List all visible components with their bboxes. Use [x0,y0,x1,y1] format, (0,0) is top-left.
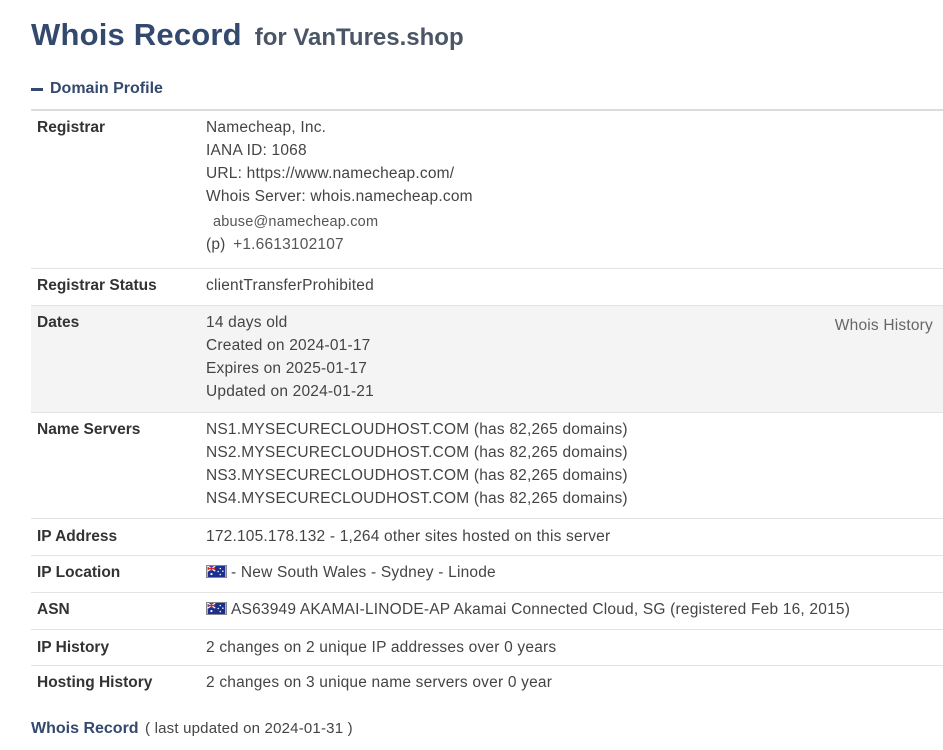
row-value-registrar: Namecheap, Inc. IANA ID: 1068 URL: https… [206,116,473,268]
asn-text: AS63949 AKAMAI-LINODE-AP Akamai Connecte… [231,601,851,618]
australia-flag-icon [206,565,227,578]
row-label-dates: Dates [37,314,80,331]
collapse-minus-icon [31,87,43,91]
registrar-abuse-email: abuse@namecheap.com [213,214,379,230]
australia-flag-icon [206,602,227,615]
row-dates: Dates 14 days old Created on 2024-01-17 … [31,306,943,413]
row-name-servers: Name Servers NS1.MYSECURECLOUDHOST.COM (… [31,413,943,519]
row-value-asn: AS63949 AKAMAI-LINODE-AP Akamai Connecte… [206,598,850,629]
phone-prefix: (p) [206,236,226,253]
name-server-2[interactable]: NS2.MYSECURECLOUDHOST.COM (has 82,265 do… [206,441,628,464]
page-title-domain: for VanTures.shop [254,24,464,51]
domain-age: 14 days old [206,314,288,331]
whois-history-link[interactable]: Whois History [835,314,933,337]
last-updated-note: ( last updated on 2024-01-31 ) [145,720,353,737]
row-label-ip-location: IP Location [37,564,121,581]
registrar-whois-server: Whois Server: whois.namecheap.com [206,188,473,205]
domain-profile-label: Domain Profile [50,80,163,97]
row-label-hosting-history: Hosting History [37,674,153,691]
registrar-phone: (p) +1.6613102107 [206,233,473,256]
row-label-ip-address: IP Address [37,528,118,545]
name-server-4[interactable]: NS4.MYSECURECLOUDHOST.COM (has 82,265 do… [206,487,628,510]
row-value-dates: 14 days old Created on 2024-01-17 Expire… [206,311,374,412]
page-title: Whois Record for VanTures.shop [31,16,464,53]
row-hosting-history: Hosting History 2 changes on 3 unique na… [31,666,943,703]
row-asn: ASN AS63949 AKAMAI-LINODE-AP Akamai Conn… [31,593,943,630]
row-label-registrar: Registrar [37,119,106,136]
whois-record-link[interactable]: Whois Record [31,720,139,737]
phone-number: +1.6613102107 [233,236,344,253]
row-value-ip-history[interactable]: 2 changes on 2 unique IP addresses over … [206,636,556,665]
registrar-name: Namecheap, Inc. [206,119,327,136]
row-value-registrar-status: clientTransferProhibited [206,277,374,294]
row-value-ip-location: - New South Wales - Sydney - Linode [206,561,496,592]
ip-location-text: - New South Wales - Sydney - Linode [231,564,496,581]
row-registrar-status: Registrar Status clientTransferProhibite… [31,269,943,306]
expires-date: Expires on 2025-01-17 [206,360,368,377]
row-label-registrar-status: Registrar Status [37,277,157,294]
updated-date: Updated on 2024-01-21 [206,383,374,400]
row-value-hosting-history[interactable]: 2 changes on 3 unique name servers over … [206,671,552,703]
name-server-1[interactable]: NS1.MYSECURECLOUDHOST.COM (has 82,265 do… [206,418,628,441]
registrar-iana: IANA ID: 1068 [206,142,307,159]
name-server-3[interactable]: NS3.MYSECURECLOUDHOST.COM (has 82,265 do… [206,464,628,487]
whois-record-footer: Whois Record ( last updated on 2024-01-3… [31,720,353,738]
created-date: Created on 2024-01-17 [206,337,371,354]
domain-profile-toggle[interactable]: Domain Profile [31,80,163,98]
row-registrar: Registrar Namecheap, Inc. IANA ID: 1068 … [31,111,943,269]
row-label-ip-history: IP History [37,639,110,656]
row-label-asn: ASN [37,601,70,618]
row-value-ip-address[interactable]: 172.105.178.132 - 1,264 other sites host… [206,525,610,555]
row-ip-location: IP Location - New South Wales - Sydney -… [31,556,943,593]
row-label-name-servers: Name Servers [37,421,141,438]
page-title-main: Whois Record [31,17,242,52]
domain-profile-table: Registrar Namecheap, Inc. IANA ID: 1068 … [31,111,943,703]
row-value-name-servers: NS1.MYSECURECLOUDHOST.COM (has 82,265 do… [206,418,628,518]
row-ip-address: IP Address 172.105.178.132 - 1,264 other… [31,519,943,556]
registrar-url: URL: https://www.namecheap.com/ [206,165,455,182]
row-ip-history: IP History 2 changes on 2 unique IP addr… [31,630,943,666]
